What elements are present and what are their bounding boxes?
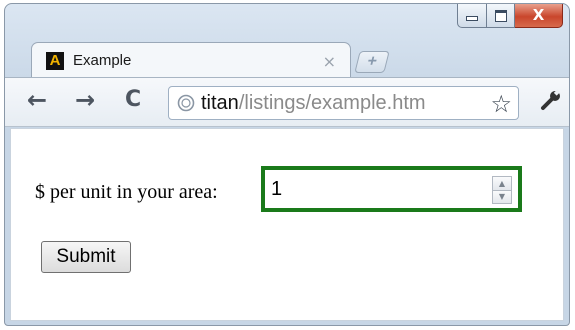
page-content: $ per unit in your area: 1 ▲ ▼ Submit — [10, 128, 564, 321]
window-controls: X — [457, 4, 563, 28]
spinner-up-icon[interactable]: ▲ — [493, 177, 511, 191]
submit-button[interactable]: Submit — [41, 241, 131, 273]
bookmark-star-icon[interactable]: ☆ — [487, 90, 512, 118]
forward-arrow-icon[interactable]: → — [75, 88, 95, 112]
number-value: 1 — [271, 177, 283, 200]
maximize-button[interactable] — [487, 4, 515, 28]
browser-favicon-icon: A — [46, 51, 64, 70]
maximize-icon — [494, 9, 507, 22]
wrench-icon-graphic — [541, 89, 561, 110]
url-host: titan — [201, 91, 239, 114]
url-text: titan/listings/example.htm — [201, 92, 426, 115]
globe-icon — [177, 94, 195, 112]
price-label: $ per unit in your area: — [35, 181, 218, 203]
reload-icon[interactable]: C — [125, 89, 141, 111]
tab-close-icon[interactable]: × — [323, 52, 336, 71]
close-icon: X — [532, 6, 545, 24]
new-tab-icon[interactable]: + — [354, 51, 390, 73]
spinner-down-icon[interactable]: ▼ — [493, 190, 511, 203]
tab-title: Example — [73, 52, 132, 69]
close-window-button[interactable]: X — [515, 4, 563, 28]
number-spinner[interactable]: ▲ ▼ — [492, 176, 512, 204]
address-bar[interactable]: titan/listings/example.htm ☆ — [168, 86, 519, 120]
minimize-icon — [466, 16, 478, 21]
wrench-icon[interactable] — [539, 88, 563, 118]
price-number-input[interactable]: 1 ▲ ▼ — [261, 166, 522, 212]
url-path: /listings/example.htm — [238, 91, 426, 114]
browser-tab[interactable]: A Example × — [31, 42, 351, 78]
new-tab-glyph: + — [365, 53, 379, 70]
minimize-button[interactable] — [457, 4, 487, 28]
browser-toolbar: ← → C titan/listings/example.htm ☆ — [5, 77, 569, 127]
back-arrow-icon[interactable]: ← — [27, 88, 47, 112]
browser-window: X A Example × + ← → C titan/listings/exa… — [4, 3, 570, 326]
